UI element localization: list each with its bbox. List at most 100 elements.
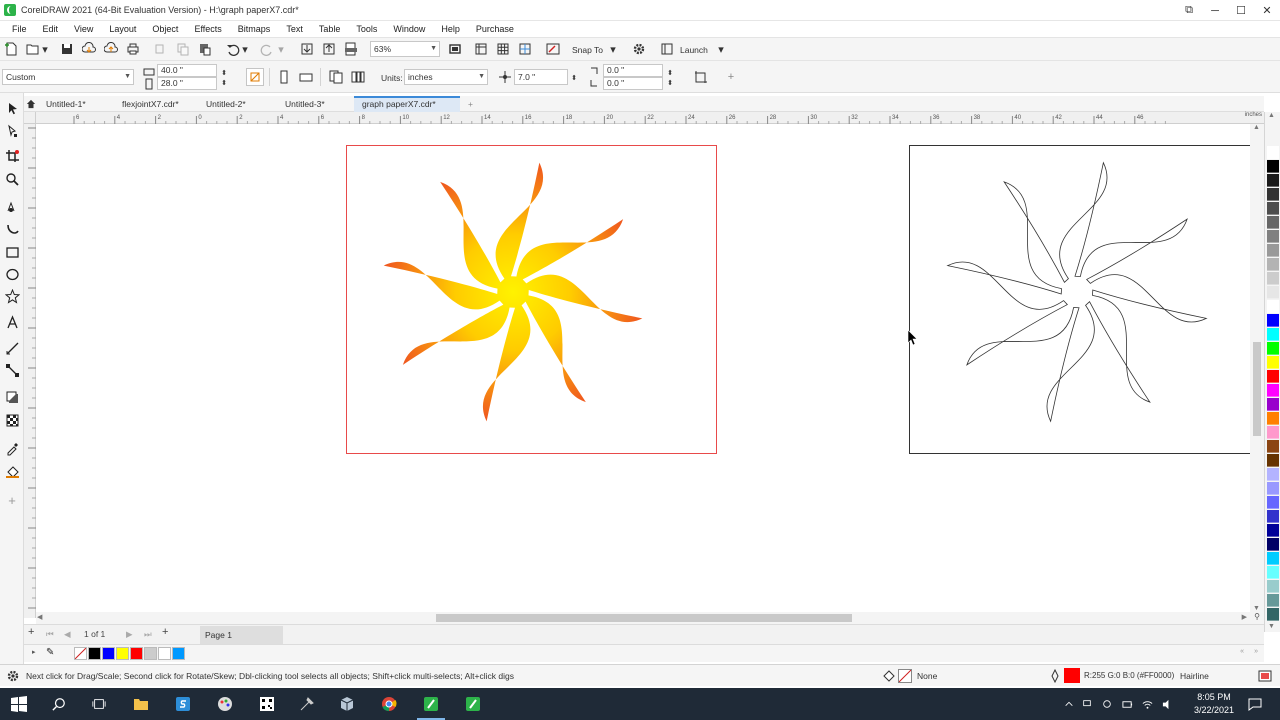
tray-app-icon[interactable] (1100, 694, 1114, 714)
palette-swatch[interactable] (1267, 510, 1279, 523)
freehand-tool-icon[interactable] (3, 197, 21, 215)
windows-start-icon[interactable] (8, 694, 30, 714)
tab-graph-paperx7[interactable]: graph paperX7.cdr* (354, 96, 460, 112)
duplicate-x-field[interactable]: 0.0 " (603, 64, 663, 77)
lock-ratio-icon[interactable] (246, 68, 264, 86)
vertical-scrollbar[interactable]: ▲ ▼ (1250, 124, 1264, 612)
taskbar-clock[interactable]: 8:05 PM 3/22/2021 (1194, 691, 1234, 717)
add-icon[interactable]: + (722, 68, 740, 86)
drawing-canvas[interactable] (36, 124, 1250, 612)
menu-edit[interactable]: Edit (35, 24, 67, 34)
ellipse-tool-icon[interactable] (3, 265, 21, 283)
page-height-field[interactable]: 28.0 " (157, 77, 217, 90)
palette-swatch[interactable] (1267, 440, 1279, 453)
nudge-stepper[interactable]: ⬍ (568, 69, 580, 87)
palette-swatch[interactable] (1267, 384, 1279, 397)
palette-swatch[interactable] (1267, 160, 1279, 173)
palette-swatch[interactable] (1267, 272, 1279, 285)
app-icon-s[interactable] (172, 694, 194, 714)
palette-swatch[interactable] (1267, 188, 1279, 201)
palette-swatch[interactable] (1267, 202, 1279, 215)
no-color-swatch[interactable] (74, 647, 87, 660)
print-icon[interactable] (124, 40, 142, 58)
palette-swatch[interactable] (1267, 454, 1279, 467)
palette-scroll-up-icon[interactable]: ▲ (1268, 112, 1275, 119)
open-dropdown-icon[interactable]: ▾ (40, 40, 50, 58)
artistic-media-tool-icon[interactable] (3, 220, 21, 238)
crop-tool-icon[interactable] (3, 147, 21, 165)
add-page-after-icon[interactable]: + (162, 626, 168, 638)
coreldraw-taskbar-icon[interactable] (417, 694, 445, 720)
horizontal-scroll-thumb[interactable] (436, 614, 852, 622)
horizontal-ruler[interactable]: 6 4 2 0 2 4 6 8 10 12 14 16 18 20 22 24 26 28 30 32 34 36 38 40… (36, 112, 1264, 124)
document-palette-swatch[interactable] (158, 647, 171, 660)
palette-swatch[interactable] (1267, 468, 1279, 481)
horizontal-scrollbar[interactable]: ◀ ▶ (36, 612, 1250, 624)
palette-swatch[interactable] (1267, 370, 1279, 383)
units-combo[interactable]: inches ▼ (404, 69, 488, 85)
app-icon-tool[interactable] (296, 694, 318, 714)
launch-dropdown-icon[interactable]: ▾ (716, 40, 726, 58)
palette-swatch[interactable] (1267, 258, 1279, 271)
eyedropper-tool-icon[interactable] (3, 439, 21, 457)
first-page-icon[interactable]: ⏮ (46, 629, 54, 640)
document-palette-swatch[interactable] (116, 647, 129, 660)
export-icon[interactable] (320, 40, 338, 58)
app-icon-cube[interactable] (336, 694, 358, 714)
palette-swatch[interactable] (1267, 524, 1279, 537)
tab-flexjointx7[interactable]: flexjointX7.cdr* (114, 96, 187, 112)
all-pages-icon[interactable] (327, 68, 345, 86)
color-proofing-icon[interactable] (1256, 667, 1274, 685)
add-page-before-icon[interactable]: + (28, 626, 34, 638)
file-explorer-icon[interactable] (130, 694, 152, 714)
scroll-up-icon[interactable]: ▲ (1253, 124, 1260, 131)
menu-tools[interactable]: Tools (348, 24, 385, 34)
parallel-dimension-tool-icon[interactable] (3, 339, 21, 357)
launch-label[interactable]: Launch (680, 45, 708, 55)
palette-scroll-left-icon[interactable]: « (1240, 648, 1244, 655)
zoom-navigator-icon[interactable]: ⚲ (1250, 612, 1264, 624)
close-button[interactable]: ✕ (1254, 0, 1280, 21)
palette-swatch[interactable] (1267, 482, 1279, 495)
palette-swatch[interactable] (1267, 286, 1279, 299)
palette-swatch[interactable] (1267, 216, 1279, 229)
shape-tool-icon[interactable] (3, 122, 21, 140)
menu-effects[interactable]: Effects (186, 24, 229, 34)
tray-wifi-icon[interactable] (1140, 694, 1154, 714)
menu-object[interactable]: Object (144, 24, 186, 34)
duplicate-y-stepper[interactable]: ⬍ (664, 74, 676, 92)
duplicate-y-field[interactable]: 0.0 " (603, 77, 663, 90)
palette-swatch[interactable] (1267, 356, 1279, 369)
palette-swatch[interactable] (1267, 426, 1279, 439)
palette-swatch[interactable] (1267, 566, 1279, 579)
paste-icon[interactable] (196, 40, 214, 58)
scroll-down-icon[interactable]: ▼ (1253, 605, 1260, 612)
tray-volume-icon[interactable] (1160, 694, 1174, 714)
redo-icon[interactable] (258, 40, 276, 58)
zoom-level-combo[interactable]: 63% ▼ (370, 41, 440, 57)
page-tab-1[interactable]: Page 1 (200, 626, 283, 644)
palette-swatch[interactable] (1267, 398, 1279, 411)
search-icon[interactable] (48, 694, 70, 714)
palette-swatch[interactable] (1267, 608, 1279, 621)
menu-layout[interactable]: Layout (101, 24, 144, 34)
full-screen-preview-icon[interactable] (446, 40, 464, 58)
transparency-tool-icon[interactable] (3, 411, 21, 429)
menu-window[interactable]: Window (385, 24, 433, 34)
palette-swatch[interactable] (1267, 342, 1279, 355)
fill-none-swatch[interactable] (898, 669, 912, 683)
connector-tool-icon[interactable] (3, 361, 21, 379)
app-icon-paint[interactable] (214, 694, 236, 714)
palette-swatch[interactable] (1267, 174, 1279, 187)
pick-tool-icon[interactable] (3, 99, 21, 117)
current-page-icon[interactable] (349, 68, 367, 86)
ruler-origin-corner[interactable] (24, 112, 36, 124)
new-document-icon[interactable] (2, 40, 20, 58)
tab-untitled-1[interactable]: Untitled-1* (38, 96, 94, 112)
document-palette-swatch[interactable] (88, 647, 101, 660)
chrome-icon[interactable] (378, 694, 400, 714)
save-icon[interactable] (58, 40, 76, 58)
show-rulers-icon[interactable] (472, 40, 490, 58)
customize-toolbox-icon[interactable]: + (3, 491, 21, 509)
tray-battery-icon[interactable] (1120, 694, 1134, 714)
